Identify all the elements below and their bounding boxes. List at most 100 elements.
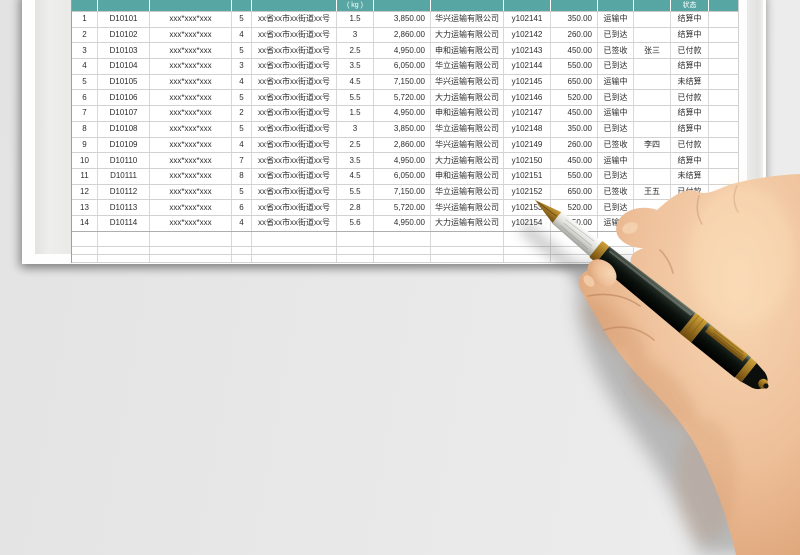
- cell-freight: 450.00: [551, 43, 598, 59]
- cell-address: xx省xx市xx街道xx号: [252, 137, 337, 153]
- header-cell-qty: [232, 0, 252, 11]
- cell-transport-status: 已到达: [598, 59, 634, 74]
- cell-weight: [337, 231, 374, 247]
- cell-phone: [150, 255, 232, 263]
- cell-quantity: 5: [232, 90, 252, 106]
- cell-row-number: 5: [72, 74, 98, 90]
- cell-address: xx省xx市xx街道xx号: [252, 90, 337, 106]
- cell-row-number: 14: [72, 215, 98, 231]
- cell-amount: 7,150.00: [374, 184, 431, 200]
- cell-phone: xxx*xxx*xxx: [150, 137, 232, 153]
- table-row: 2 D10102 xxx*xxx*xxx 4 xx省xx市xx街道xx号 3 2…: [72, 27, 739, 44]
- cell-amount: 4,950.00: [374, 153, 431, 168]
- cell-signer: [634, 59, 671, 74]
- cell-company: 华兴运输有限公司: [431, 200, 504, 215]
- paper-left-margin-shade: [35, 0, 71, 254]
- cell-address: xx省xx市xx街道xx号: [252, 12, 337, 27]
- header-cell-settlement-status: 状态: [671, 0, 709, 11]
- cell-signer: [634, 106, 671, 121]
- cell-amount: 2,860.00: [374, 137, 431, 153]
- cell-blank: [709, 43, 739, 59]
- cell-weight: 4.5: [337, 74, 374, 90]
- cell-amount: 4,950.00: [374, 106, 431, 121]
- cell-address: [252, 247, 337, 255]
- cell-address: xx省xx市xx街道xx号: [252, 106, 337, 121]
- cell-settlement-status: 结算中: [671, 59, 709, 74]
- cell-amount: [374, 231, 431, 247]
- header-cell-index: [72, 0, 98, 11]
- cell-order-id: D10107: [98, 106, 150, 121]
- cell-order-id: D10114: [98, 215, 150, 231]
- cell-amount: 6,050.00: [374, 59, 431, 74]
- header-cell-amount: [374, 0, 431, 11]
- cell-row-number: 4: [72, 59, 98, 74]
- cell-phone: xxx*xxx*xxx: [150, 215, 232, 231]
- cell-amount: [374, 247, 431, 255]
- cell-row-number: 10: [72, 153, 98, 168]
- cell-weight: 5.5: [337, 90, 374, 106]
- cell-settlement-status: 结算中: [671, 27, 709, 43]
- cell-phone: xxx*xxx*xxx: [150, 200, 232, 215]
- table-header-row: ( kg ) 状态: [72, 0, 739, 12]
- cell-row-number: 13: [72, 200, 98, 215]
- cell-company: 大力运输有限公司: [431, 90, 504, 106]
- cell-signer: [634, 27, 671, 43]
- cell-waybill-number: y102147: [504, 106, 551, 121]
- header-cell-signer: [634, 0, 671, 11]
- cell-order-id: D10108: [98, 121, 150, 137]
- cell-quantity: 7: [232, 153, 252, 168]
- cell-freight: 350.00: [551, 12, 598, 27]
- cell-amount: 3,850.00: [374, 12, 431, 27]
- cell-address: [252, 255, 337, 263]
- cell-company: [431, 255, 504, 263]
- cell-weight: [337, 247, 374, 255]
- cell-weight: 2.8: [337, 200, 374, 215]
- cell-signer: [634, 74, 671, 90]
- cell-phone: [150, 247, 232, 255]
- cell-row-number: 3: [72, 43, 98, 59]
- cell-weight: [337, 255, 374, 263]
- cell-row-number: 11: [72, 168, 98, 184]
- cell-phone: xxx*xxx*xxx: [150, 12, 232, 27]
- cell-weight: 1.5: [337, 12, 374, 27]
- cell-settlement-status: 已付款: [671, 90, 709, 106]
- cell-row-number: 7: [72, 106, 98, 121]
- cell-company: 申和运输有限公司: [431, 168, 504, 184]
- cell-transport-status: 运输中: [598, 106, 634, 121]
- cell-waybill-number: y102146: [504, 90, 551, 106]
- cell-amount: 6,050.00: [374, 168, 431, 184]
- cell-transport-status: 已到达: [598, 90, 634, 106]
- cell-order-id: [98, 255, 150, 263]
- cell-amount: 3,850.00: [374, 121, 431, 137]
- cell-address: [252, 231, 337, 247]
- header-cell-transport: [598, 0, 634, 11]
- header-weight-unit-label: ( kg ): [347, 2, 363, 9]
- cell-company: 大力运输有限公司: [431, 215, 504, 231]
- cell-order-id: D10110: [98, 153, 150, 168]
- cell-weight: 1.5: [337, 106, 374, 121]
- header-cell-blank: [709, 0, 739, 11]
- cell-quantity: 5: [232, 121, 252, 137]
- cell-company: 申和运输有限公司: [431, 106, 504, 121]
- cell-transport-status: 运输中: [598, 74, 634, 90]
- cell-quantity: [232, 255, 252, 263]
- cell-freight: 260.00: [551, 27, 598, 43]
- cell-waybill-number: y102144: [504, 59, 551, 74]
- cell-settlement-status: 已付款: [671, 43, 709, 59]
- cell-order-id: D10105: [98, 74, 150, 90]
- cell-quantity: 3: [232, 59, 252, 74]
- cell-waybill-number: y102143: [504, 43, 551, 59]
- cell-phone: xxx*xxx*xxx: [150, 27, 232, 43]
- cell-address: xx省xx市xx街道xx号: [252, 184, 337, 200]
- cell-quantity: 4: [232, 74, 252, 90]
- cell-row-number: 2: [72, 27, 98, 43]
- cell-row-number: 6: [72, 90, 98, 106]
- cell-phone: [150, 231, 232, 247]
- cell-address: xx省xx市xx街道xx号: [252, 200, 337, 215]
- cell-row-number: 1: [72, 12, 98, 27]
- cell-address: xx省xx市xx街道xx号: [252, 74, 337, 90]
- table-row: 3 D10103 xxx*xxx*xxx 5 xx省xx市xx街道xx号 2.5…: [72, 43, 739, 60]
- cell-freight: 450.00: [551, 106, 598, 121]
- cell-company: 华立运输有限公司: [431, 121, 504, 137]
- cell-phone: xxx*xxx*xxx: [150, 90, 232, 106]
